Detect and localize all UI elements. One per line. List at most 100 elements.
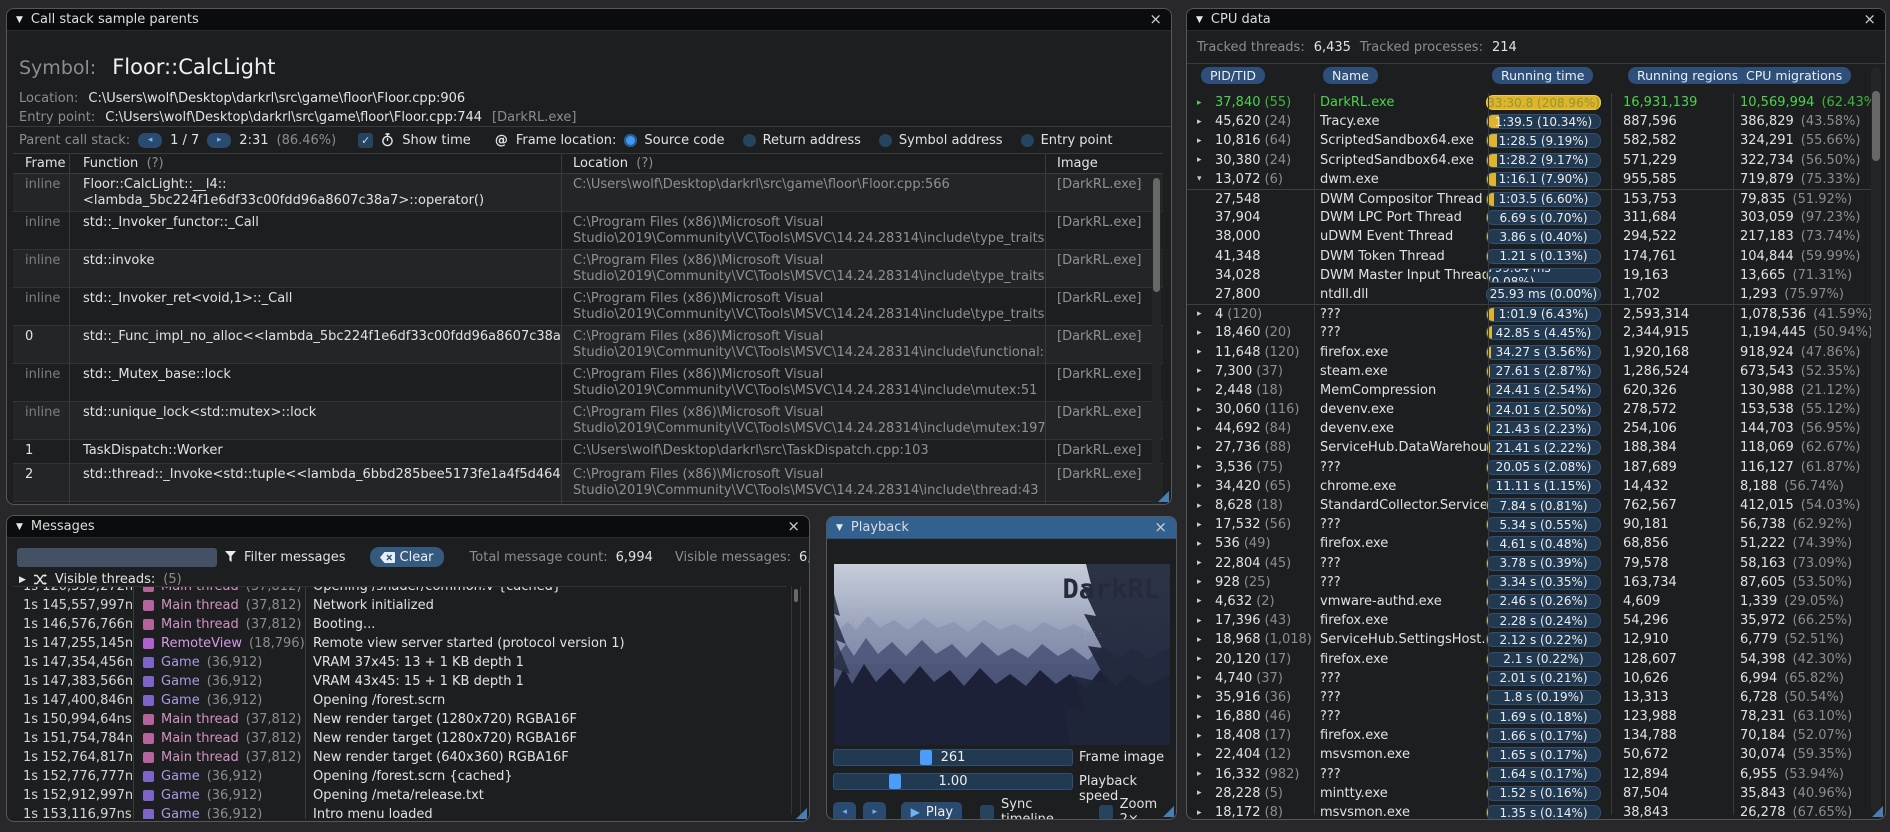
- callstack-table-row[interactable]: inline Floor::CalcLight::__l4::<lambda_5b…: [13, 174, 1163, 212]
- expand-icon[interactable]: ▸: [1197, 712, 1211, 722]
- column-header-function[interactable]: Function (?): [69, 156, 561, 171]
- expand-icon[interactable]: ▸: [1197, 769, 1211, 779]
- cpu-titlebar[interactable]: ▼ CPU data ×: [1187, 9, 1885, 31]
- column-header-running-regions[interactable]: Running regions: [1628, 67, 1748, 84]
- callstack-table-row[interactable]: inline std::invoke C:\Program Files (x86)\…: [13, 250, 1163, 288]
- radio-entry-point[interactable]: Entry point: [1020, 133, 1112, 148]
- expand-icon[interactable]: ▸: [1197, 98, 1211, 108]
- expand-icon[interactable]: ▸: [1197, 366, 1211, 376]
- close-icon[interactable]: ×: [787, 519, 800, 534]
- cpu-row[interactable]: ▸ 16,880 (46)??? 1.69 s (0.18%) 123,988 78,23…: [1187, 707, 1871, 726]
- cpu-row[interactable]: ▸ 37,840 (55) DarkRL.exe 33:30.8 (208.96%) 16…: [1187, 93, 1871, 112]
- expand-icon[interactable]: ▸: [1197, 788, 1211, 798]
- cpu-row[interactable]: ▸ 44,692 (84) devenv.exe 21.43 s (2.23%) 254,…: [1187, 419, 1871, 438]
- prev-stack-button[interactable]: ◂: [138, 132, 163, 148]
- message-row[interactable]: 1s 152,764,817ns Main thread (37,812) New r…: [13, 748, 787, 767]
- callstack-table-row[interactable]: 0 std::_Func_impl_no_alloc<<lambda_5bc224…: [13, 326, 1163, 364]
- collapse-icon[interactable]: ▼: [16, 15, 23, 25]
- scrollbar-thumb[interactable]: [1153, 178, 1160, 292]
- visible-threads-row[interactable]: ▶ Visible threads: (5): [19, 572, 182, 587]
- expand-icon[interactable]: ▸: [1197, 731, 1211, 741]
- scrollbar-thumb[interactable]: [794, 589, 798, 602]
- expand-icon[interactable]: ▸: [1197, 347, 1211, 357]
- callstack-titlebar[interactable]: ▼ Call stack sample parents ×: [7, 9, 1171, 31]
- cpu-row[interactable]: ▾ 13,072 (6) dwm.exe 1:16.1 (7.90%) 955,585 71…: [1187, 170, 1871, 189]
- expand-icon[interactable]: ▸: [1197, 635, 1211, 645]
- column-header-running-time[interactable]: Running time: [1492, 67, 1594, 84]
- cpu-row[interactable]: 41,348 DWM Token Thread 1.21 s (0.13%) 174,…: [1187, 247, 1871, 266]
- message-row[interactable]: 1s 146,576,766ns Main thread (37,812) Booti…: [13, 615, 787, 634]
- expand-icon[interactable]: ▸: [1197, 424, 1211, 434]
- expand-icon[interactable]: ▸: [1197, 692, 1211, 702]
- cpu-row[interactable]: ▸ 11,648 (120) firefox.exe 34.27 s (3.56%) 1,…: [1187, 342, 1871, 361]
- message-row[interactable]: 1s 150,994,64ns Main thread (37,812) New re…: [13, 710, 787, 729]
- cpu-row[interactable]: ▸ 17,532 (56)??? 5.34 s (0.55%) 90,181 56,738…: [1187, 515, 1871, 534]
- close-icon[interactable]: ×: [1154, 520, 1167, 535]
- expand-icon[interactable]: ▸: [1197, 443, 1211, 453]
- expand-icon[interactable]: ▸: [1197, 673, 1211, 683]
- cpu-row[interactable]: ▸ 22,404 (12) msvsmon.exe 1.65 s (0.17%) 50,6…: [1187, 745, 1871, 764]
- sync-timeline-checkbox[interactable]: [980, 804, 995, 819]
- messages-scrollbar[interactable]: [791, 586, 801, 815]
- callstack-table-row[interactable]: 2 std::thread::_Invoke<std::tuple<<lambda…: [13, 464, 1163, 502]
- cpu-row[interactable]: ▸ 10,816 (64) ScriptedSandbox64.exe 1:28.5 (…: [1187, 131, 1871, 150]
- expand-icon[interactable]: ▸: [1197, 481, 1211, 491]
- play-button[interactable]: ▶ Play: [901, 802, 963, 819]
- expand-icon[interactable]: ▸: [1197, 539, 1211, 549]
- cpu-row[interactable]: ▸ 35,916 (36)??? 1.8 s (0.19%) 13,313 6,728 (5…: [1187, 688, 1871, 707]
- expand-icon[interactable]: ▸: [1197, 558, 1211, 568]
- next-stack-button[interactable]: ▸: [207, 132, 232, 148]
- message-row[interactable]: 1s 147,400,846ns Game (36,912) Opening /for…: [13, 691, 787, 710]
- expand-icon[interactable]: ▸: [1197, 808, 1211, 818]
- expand-icon[interactable]: ▸: [1197, 577, 1211, 587]
- message-row[interactable]: 1s 145,557,997ns Main thread (37,812) Netwo…: [13, 596, 787, 615]
- column-header-image[interactable]: Image: [1045, 156, 1163, 171]
- scrollbar-thumb[interactable]: [1872, 91, 1880, 161]
- next-frame-button[interactable]: ▸: [863, 802, 887, 819]
- resize-grip[interactable]: [796, 808, 807, 819]
- cpu-row[interactable]: ▸ 536 (49) firefox.exe 4.61 s (0.48%) 68,856 5…: [1187, 534, 1871, 553]
- zoom-2x-checkbox[interactable]: [1098, 804, 1113, 819]
- column-header-name[interactable]: Name: [1323, 67, 1378, 84]
- cpu-row[interactable]: 27,800 ntdll.dll 25.93 ms (0.00%) 1,702 1,29…: [1187, 285, 1871, 304]
- clear-button[interactable]: Clear: [369, 547, 444, 567]
- message-row[interactable]: 1s 147,354,456ns Game (36,912) VRAM 37x45: …: [13, 653, 787, 672]
- column-header-frame[interactable]: Frame: [13, 156, 69, 171]
- frame-image-slider[interactable]: 261: [833, 749, 1073, 766]
- radio-return-address[interactable]: Return address: [742, 133, 861, 148]
- radio-source-code[interactable]: Source code: [624, 133, 725, 148]
- resize-grip[interactable]: [1158, 491, 1169, 502]
- expand-icon[interactable]: ▸: [1197, 136, 1211, 146]
- filter-input[interactable]: [17, 547, 217, 567]
- expand-icon[interactable]: ▸: [1197, 596, 1211, 606]
- callstack-table-row[interactable]: inline std::_Mutex_base::lock C:\Program F…: [13, 364, 1163, 402]
- cpu-row[interactable]: ▸ 30,060 (116) devenv.exe 24.01 s (2.50%) 278…: [1187, 400, 1871, 419]
- cpu-row[interactable]: ▸ 18,968 (1,018) ServiceHub.SettingsHost.ex…: [1187, 630, 1871, 649]
- expand-icon[interactable]: ▶: [19, 575, 26, 585]
- playback-speed-slider[interactable]: 1.00: [833, 773, 1073, 790]
- cpu-row[interactable]: ▸ 22,804 (45)??? 3.78 s (0.39%) 79,578 58,163…: [1187, 554, 1871, 573]
- cpu-row[interactable]: ▸ 30,380 (24) ScriptedSandbox64.exe 1:28.2 (…: [1187, 151, 1871, 170]
- callstack-table-row[interactable]: 3beginthreadex[unknown][ucrtbase.dll]: [13, 502, 1163, 504]
- cpu-row[interactable]: ▸ 34,420 (65) chrome.exe 11.11 s (1.15%) 14,4…: [1187, 477, 1871, 496]
- cpu-row[interactable]: ▸ 18,172 (8) msvsmon.exe 1.35 s (0.14%) 38,84…: [1187, 803, 1871, 819]
- message-row[interactable]: 1s 151,754,784ns Main thread (37,812) New r…: [13, 729, 787, 748]
- close-icon[interactable]: ×: [1863, 12, 1876, 27]
- column-header-location[interactable]: Location (?): [561, 156, 1045, 171]
- callstack-table-row[interactable]: inline std::unique_lock<std::mutex>::lock…: [13, 402, 1163, 440]
- cpu-row[interactable]: ▸ 16,332 (982)??? 1.64 s (0.17%) 12,894 6,955…: [1187, 765, 1871, 784]
- expand-icon[interactable]: ▸: [1197, 155, 1211, 165]
- message-row[interactable]: 1s 152,912,997ns Game (36,912) Opening /met…: [13, 786, 787, 805]
- resize-grip[interactable]: [1163, 806, 1174, 817]
- cpu-row[interactable]: ▸ 2,448 (18) MemCompression 24.41 s (2.54%) 6…: [1187, 381, 1871, 400]
- expand-icon[interactable]: ▸: [1197, 309, 1211, 319]
- cpu-row[interactable]: ▸ 4,632 (2) vmware-authd.exe 2.46 s (0.26%) 4…: [1187, 592, 1871, 611]
- radio-symbol-address[interactable]: Symbol address: [878, 133, 1003, 148]
- messages-titlebar[interactable]: ▼ Messages ×: [7, 516, 809, 538]
- close-icon[interactable]: ×: [1149, 12, 1162, 27]
- playback-frame-image[interactable]: DarkRL . .: .:. . ... :: . . . .: .: . .: [834, 564, 1170, 745]
- callstack-table-row[interactable]: inline std::_Invoker_functor::_Call C:\Pro…: [13, 212, 1163, 250]
- playback-titlebar[interactable]: ▼ Playback ×: [827, 517, 1176, 539]
- cpu-row[interactable]: ▸ 18,408 (17) firefox.exe 1.66 s (0.17%) 134,…: [1187, 726, 1871, 745]
- expand-icon[interactable]: ▸: [1197, 616, 1211, 626]
